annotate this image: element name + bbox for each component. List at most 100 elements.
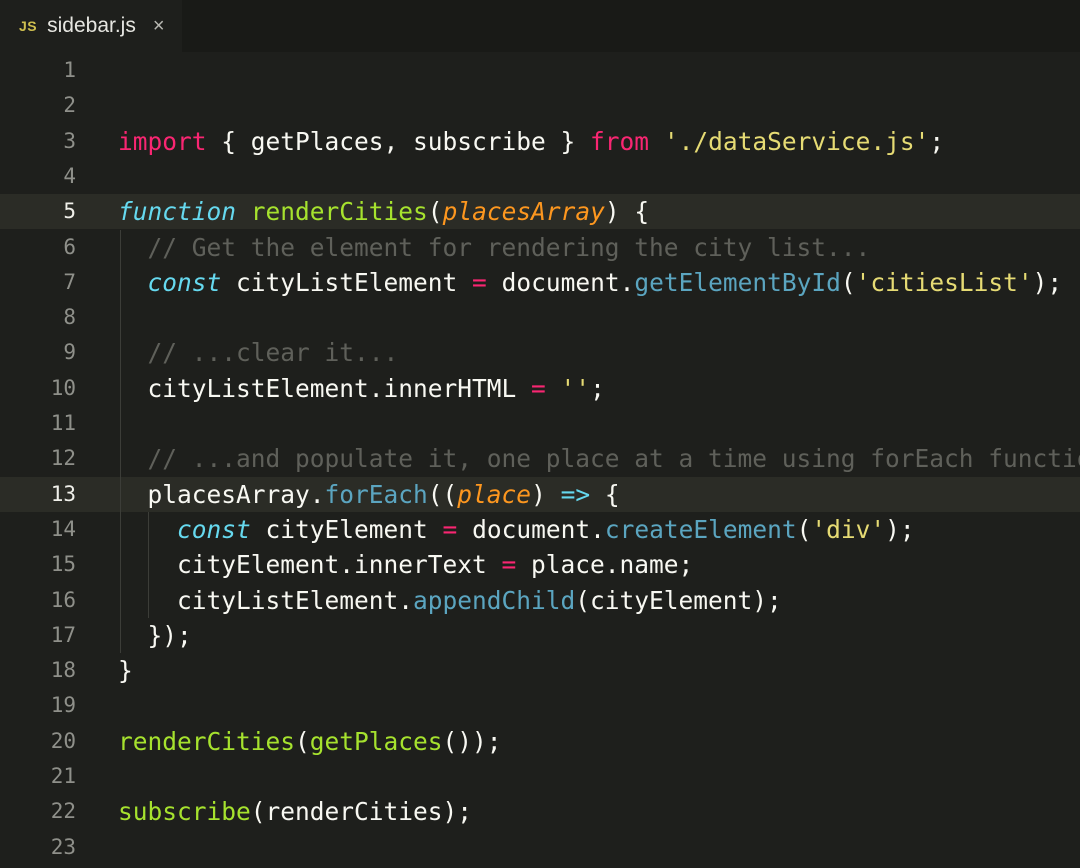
code-token: cityListElement.innerHTML xyxy=(118,373,532,403)
code-line[interactable]: 7 const cityListElement = document.getEl… xyxy=(0,265,1080,300)
code-text: cityListElement.appendChild(cityElement)… xyxy=(118,583,782,618)
code-token: renderCities xyxy=(118,726,296,756)
code-token: { getPlaces, subscribe } xyxy=(206,126,591,156)
code-token: from xyxy=(590,126,650,156)
tab-bar: JS sidebar.js × xyxy=(0,0,1080,52)
indent-guide xyxy=(120,229,121,654)
code-token: subscribe xyxy=(118,797,251,827)
line-number: 3 xyxy=(63,128,76,153)
code-token: => xyxy=(560,479,591,509)
code-token: ( xyxy=(796,514,812,544)
code-token: ); xyxy=(885,514,915,544)
code-line[interactable]: 11 xyxy=(0,406,1080,441)
code-token: (renderCities); xyxy=(250,797,473,827)
code-text: renderCities(getPlaces()); xyxy=(118,724,502,759)
code-token: ; xyxy=(929,126,945,156)
code-line[interactable]: 17 }); xyxy=(0,618,1080,653)
line-number: 1 xyxy=(63,58,76,82)
code-text: function renderCities(placesArray) { xyxy=(118,194,649,229)
code-token: createElement xyxy=(604,514,797,544)
code-line[interactable]: 12 // ...and populate it, one place at a… xyxy=(0,441,1080,476)
close-icon[interactable]: × xyxy=(153,15,165,38)
code-token: { xyxy=(590,479,620,509)
line-number: 6 xyxy=(63,234,76,259)
code-token: placesArray. xyxy=(118,479,325,509)
code-text: const cityElement = document.createEleme… xyxy=(118,512,915,547)
code-line[interactable]: 2 xyxy=(0,88,1080,123)
code-line[interactable]: 14 const cityElement = document.createEl… xyxy=(0,512,1080,547)
line-number: 21 xyxy=(50,764,76,788)
code-line[interactable]: 22 subscribe(renderCities); xyxy=(0,794,1080,829)
code-token: './dataService.js' xyxy=(663,126,930,156)
code-text: const cityListElement = document.getElem… xyxy=(118,265,1063,300)
line-number: 23 xyxy=(50,834,76,859)
code-token: = xyxy=(531,373,546,403)
code-line[interactable]: 18} xyxy=(0,653,1080,688)
code-token: (cityElement); xyxy=(575,585,782,615)
code-text: cityElement.innerText = place.name; xyxy=(118,547,693,582)
tab-sidebar-js[interactable]: JS sidebar.js × xyxy=(0,0,182,52)
code-line[interactable]: 10 cityListElement.innerHTML = ''; xyxy=(0,371,1080,406)
line-number: 11 xyxy=(50,411,76,435)
code-token: getPlaces xyxy=(309,726,443,756)
line-number: 20 xyxy=(50,728,76,753)
code-text: placesArray.forEach((place) => { xyxy=(118,477,620,512)
code-token: // ...and populate it, one place at a ti… xyxy=(147,444,1080,474)
code-text: // ...clear it... xyxy=(118,335,399,370)
line-number: 2 xyxy=(63,93,76,118)
code-line[interactable]: 19 xyxy=(0,688,1080,723)
code-line[interactable]: 3 import { getPlaces, subscribe } from '.… xyxy=(0,124,1080,159)
code-line[interactable]: 15 cityElement.innerText = place.name; xyxy=(0,547,1080,582)
code-text: import { getPlaces, subscribe } from './… xyxy=(118,124,944,159)
code-token: = xyxy=(442,514,458,544)
code-text: // Get the element for rendering the cit… xyxy=(118,230,871,265)
code-line[interactable]: 4 xyxy=(0,159,1080,194)
line-number: 10 xyxy=(50,375,76,400)
code-line[interactable]: 13 placesArray.forEach((place) => { xyxy=(0,476,1080,512)
indent-guide xyxy=(147,511,149,618)
code-token: place.name; xyxy=(516,550,694,580)
javascript-file-icon: JS xyxy=(19,18,38,34)
line-number: 18 xyxy=(50,658,76,683)
code-line[interactable]: 9 // ...clear it... xyxy=(0,335,1080,370)
code-editor[interactable]: 1 2 3 import { getPlaces, subscribe } from … xyxy=(0,53,1080,868)
code-token: // ...clear it... xyxy=(147,338,399,368)
code-token: function xyxy=(118,197,237,227)
code-line[interactable]: 6 // Get the element for rendering the c… xyxy=(0,230,1080,265)
code-token: (( xyxy=(427,479,458,509)
code-token: 'citiesList' xyxy=(855,267,1033,297)
code-line[interactable]: 5 function renderCities(placesArray) { xyxy=(0,194,1080,230)
code-text: subscribe(renderCities); xyxy=(118,794,472,829)
tab-filename: sidebar.js xyxy=(47,14,136,37)
code-line[interactable]: 23 xyxy=(0,830,1080,865)
code-token: const xyxy=(147,267,222,297)
line-number: 12 xyxy=(50,446,76,471)
code-line[interactable]: 16 cityListElement.appendChild(cityEleme… xyxy=(0,583,1080,618)
code-token: ; xyxy=(590,373,605,403)
code-token: '' xyxy=(560,373,591,403)
code-token: // Get the element for rendering the cit… xyxy=(147,232,871,262)
code-token: ()); xyxy=(442,726,502,756)
line-number: 17 xyxy=(50,622,76,647)
code-text: }); xyxy=(118,618,192,653)
code-line[interactable]: 21 xyxy=(0,759,1080,794)
line-number: 13 xyxy=(50,481,76,506)
line-number: 19 xyxy=(50,693,76,718)
line-number: 16 xyxy=(50,587,76,612)
code-token: document. xyxy=(486,267,635,297)
code-text: // ...and populate it, one place at a ti… xyxy=(118,441,1080,476)
code-token: = xyxy=(472,267,487,297)
code-token: cityListElement. xyxy=(118,585,414,615)
code-line[interactable]: 20 renderCities(getPlaces()); xyxy=(0,724,1080,759)
code-token: ); xyxy=(1032,267,1063,297)
code-token: 'div' xyxy=(811,514,886,544)
code-line[interactable]: 1 xyxy=(0,53,1080,88)
code-line[interactable]: 8 xyxy=(0,300,1080,335)
line-number: 4 xyxy=(63,163,76,188)
code-token: ) { xyxy=(604,197,650,227)
